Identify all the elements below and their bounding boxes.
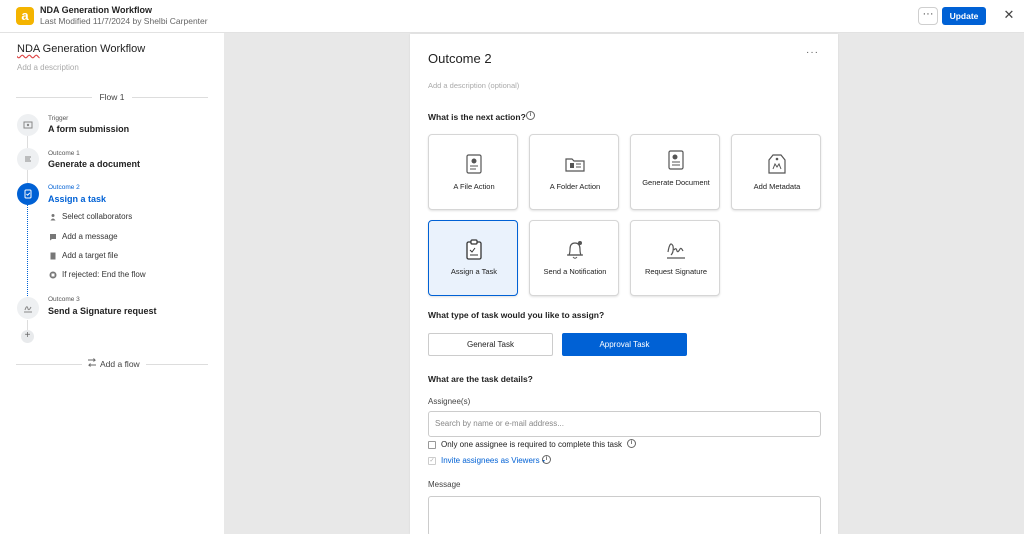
only-one-assignee-label: Only one assignee is required to complet…	[441, 440, 622, 449]
outcome-editor-card: Outcome 2 ··· Add a description (optiona…	[410, 34, 838, 534]
action-tile-metadata[interactable]: Add Metadata	[731, 134, 821, 210]
substep-select-collaborators[interactable]: Select collaborators	[62, 212, 132, 221]
step-kind-label: Outcome 3	[48, 296, 80, 303]
action-tile-label: Assign a Task	[450, 267, 498, 276]
next-action-question: What is the next action?	[428, 112, 526, 122]
file-icon	[49, 252, 57, 260]
assign-task-icon	[463, 238, 485, 262]
person-icon	[49, 213, 57, 221]
step-connector	[27, 320, 28, 330]
form-icon[interactable]	[17, 114, 39, 136]
message-icon	[49, 233, 57, 241]
invite-viewers-checkbox[interactable]: ✓	[428, 457, 436, 465]
generate-document-icon	[665, 149, 687, 173]
info-icon[interactable]: i	[627, 439, 636, 448]
general-task-button[interactable]: General Task	[428, 333, 553, 356]
step-trigger[interactable]: A form submission	[48, 124, 129, 134]
outcome-title[interactable]: Outcome 2	[428, 51, 492, 66]
divider	[16, 364, 82, 365]
assignees-search-input[interactable]: Search by name or e-mail address...	[428, 411, 821, 437]
action-tile-generate-document[interactable]: Generate Document	[630, 134, 720, 210]
workflow-sidebar: NDA Generation Workflow Add a descriptio…	[0, 33, 224, 534]
metadata-icon	[766, 152, 788, 176]
document-icon[interactable]	[17, 148, 39, 170]
step-outcome-1[interactable]: Generate a document	[48, 159, 140, 169]
outcome-description-input[interactable]: Add a description (optional)	[428, 81, 519, 90]
invite-viewers-dropdown[interactable]: Invite assignees as Viewers ▾	[441, 456, 545, 465]
action-tile-label: Request Signature	[644, 267, 708, 276]
action-tile-file[interactable]: A File Action	[428, 134, 518, 210]
signature-icon	[665, 238, 687, 262]
info-icon[interactable]: i	[526, 111, 535, 120]
assignees-label: Assignee(s)	[428, 397, 471, 406]
top-bar: a NDA Generation Workflow Last Modified …	[0, 0, 1024, 33]
action-tile-label: Generate Document	[642, 178, 710, 187]
outcome-more-button[interactable]: ···	[806, 47, 819, 58]
action-tile-label: Send a Notification	[543, 267, 607, 276]
action-tile-label: A File Action	[453, 182, 495, 191]
signature-icon[interactable]	[17, 297, 39, 319]
divider	[132, 97, 208, 98]
divider	[146, 364, 208, 365]
app-logo-icon: a	[16, 7, 34, 25]
task-icon[interactable]	[17, 183, 39, 205]
message-textarea[interactable]	[428, 496, 821, 534]
action-tile-notification[interactable]: Send a Notification	[529, 220, 619, 296]
file-action-icon	[463, 152, 485, 176]
substep-add-target-file[interactable]: Add a target file	[62, 251, 118, 260]
task-type-question: What type of task would you like to assi…	[428, 310, 605, 320]
step-outcome-2[interactable]: Assign a task	[48, 194, 106, 204]
task-details-question: What are the task details?	[428, 374, 533, 384]
step-kind-label: Trigger	[48, 115, 69, 122]
workflow-title: NDA Generation Workflow	[40, 5, 153, 15]
add-flow-icon	[87, 358, 97, 368]
action-tile-assign-task[interactable]: Assign a Task	[428, 220, 518, 296]
action-tile-request-signature[interactable]: Request Signature	[630, 220, 720, 296]
stop-icon	[49, 271, 57, 279]
folder-action-icon	[564, 152, 586, 176]
step-outcome-3[interactable]: Send a Signature request	[48, 306, 157, 316]
only-one-assignee-checkbox[interactable]	[428, 441, 436, 449]
approval-task-button[interactable]: Approval Task	[562, 333, 687, 356]
sidebar-description-input[interactable]: Add a description	[17, 63, 79, 72]
step-kind-label: Outcome 2	[48, 184, 80, 191]
action-tile-folder[interactable]: A Folder Action	[529, 134, 619, 210]
action-tile-label: A Folder Action	[549, 182, 601, 191]
add-step-button[interactable]: +	[21, 330, 34, 343]
last-modified-text: Last Modified 11/7/2024 by Shelbi Carpen…	[40, 16, 208, 26]
step-connector	[27, 170, 28, 183]
substep-if-rejected[interactable]: If rejected: End the flow	[62, 270, 146, 279]
more-options-button[interactable]: ···	[918, 7, 938, 25]
close-icon[interactable]: ✕	[1002, 8, 1016, 22]
sidebar-workflow-title[interactable]: NDA Generation Workflow	[17, 43, 145, 55]
notification-icon	[564, 238, 586, 262]
message-label: Message	[428, 480, 461, 489]
info-icon[interactable]: i	[542, 455, 551, 464]
update-button[interactable]: Update	[942, 7, 986, 25]
step-kind-label: Outcome 1	[48, 150, 80, 157]
action-tile-label: Add Metadata	[753, 182, 801, 191]
add-flow-button[interactable]: Add a flow	[100, 359, 140, 369]
step-connector	[27, 205, 28, 298]
step-connector	[27, 136, 28, 148]
substep-add-message[interactable]: Add a message	[62, 232, 118, 241]
